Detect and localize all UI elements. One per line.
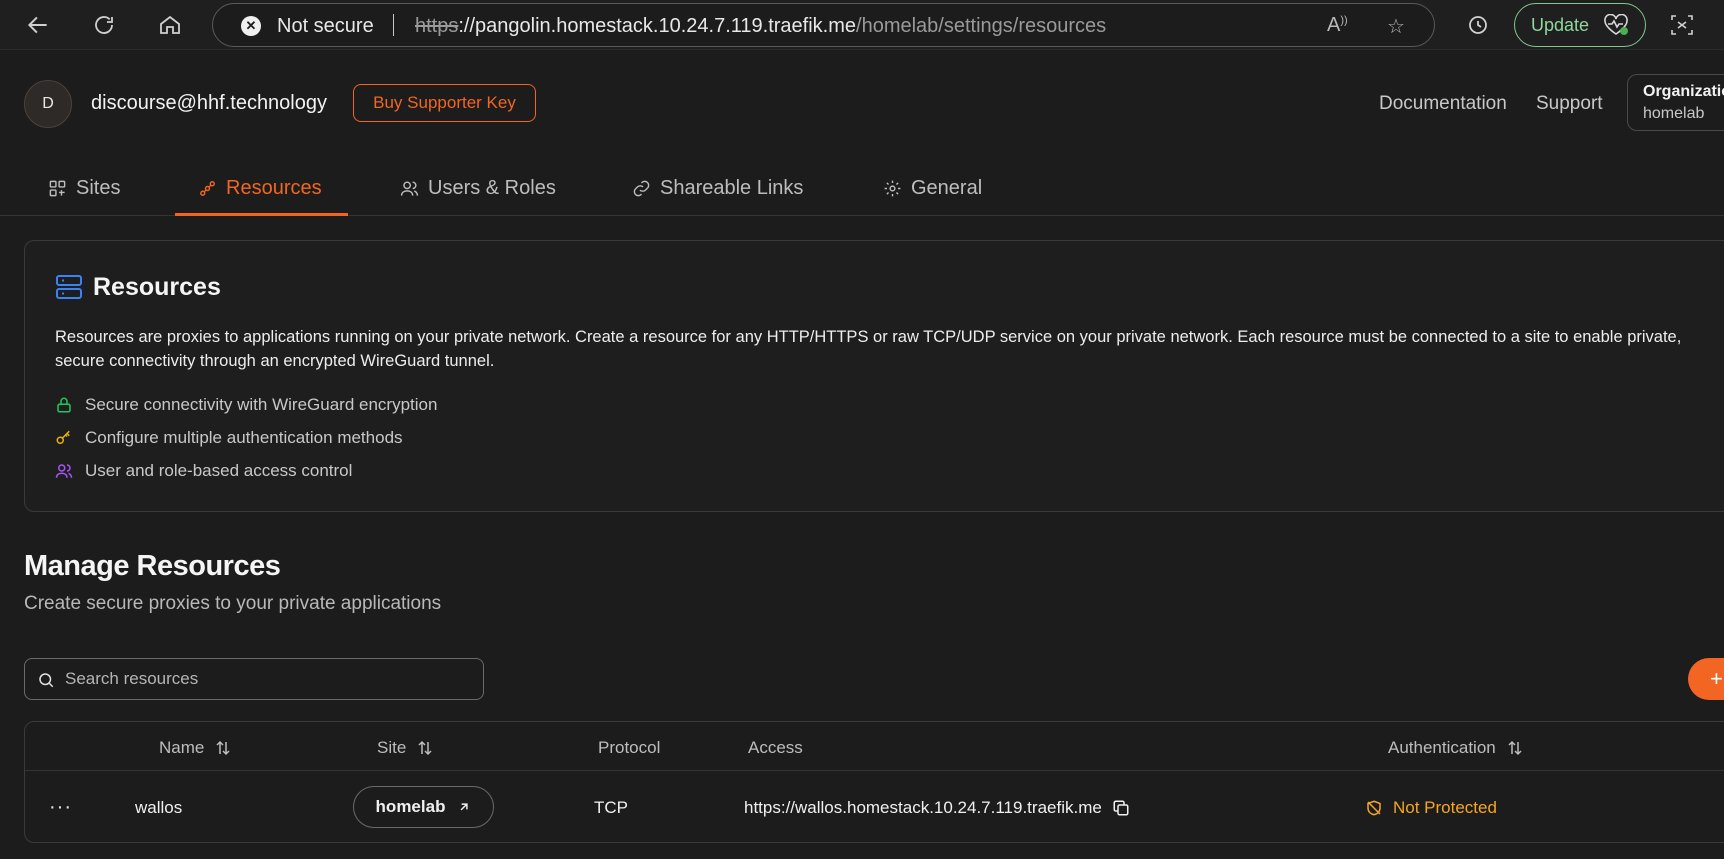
organization-value: homelab: [1643, 105, 1705, 122]
tab-resources-label: Resources: [226, 176, 322, 199]
update-label: Update: [1531, 14, 1590, 35]
feature-item: User and role-based access control: [55, 461, 352, 481]
documentation-link[interactable]: Documentation: [1379, 93, 1507, 115]
external-link-icon: [461, 803, 469, 811]
active-tab-indicator: [175, 213, 348, 216]
read-aloud-icon[interactable]: A)): [1327, 14, 1348, 37]
search-icon: [39, 673, 54, 688]
column-header-label: Authentication: [1388, 738, 1496, 757]
tab-users-roles[interactable]: Users & Roles: [400, 160, 556, 216]
user-email[interactable]: discourse@hhf.technology: [91, 92, 327, 115]
column-header-access: Access: [748, 738, 803, 758]
home-icon[interactable]: [152, 7, 188, 43]
sort-icon: [216, 740, 230, 756]
page-subtitle: Create secure proxies to your private ap…: [24, 593, 442, 614]
address-bar[interactable]: ✕ Not secure https://pangolin.homestack.…: [212, 3, 1435, 47]
tab-sites-label: Sites: [76, 176, 121, 199]
url-host: ://pangolin.homestack.10.24.7.119.traefi…: [458, 15, 857, 37]
info-card-title: Resources: [93, 273, 221, 301]
column-header-name[interactable]: Name: [159, 738, 232, 758]
buy-supporter-key-button[interactable]: Buy Supporter Key: [353, 84, 536, 122]
info-card-description: Resources are proxies to applications ru…: [55, 328, 1682, 370]
column-header-protocol: Protocol: [598, 738, 660, 758]
tab-users-roles-label: Users & Roles: [428, 176, 556, 199]
auth-status: Not Protected: [1393, 798, 1497, 817]
screenshot-icon[interactable]: [1664, 7, 1700, 43]
column-header-label: Site: [377, 738, 407, 757]
site-name: homelab: [375, 797, 446, 816]
users-icon: [400, 180, 419, 196]
users-icon: [55, 464, 73, 478]
add-resource-button[interactable]: +: [1688, 658, 1724, 700]
sort-icon: [1508, 740, 1522, 756]
shield-off-icon: [1367, 800, 1381, 816]
refresh-icon[interactable]: [86, 7, 122, 43]
column-header-label: Name: [159, 738, 205, 757]
table-header-divider: [25, 770, 1724, 771]
sort-icon: [418, 740, 432, 756]
organization-selector[interactable]: Organization homelab: [1627, 74, 1724, 131]
row-actions-menu[interactable]: ···: [49, 796, 72, 819]
feature-label: Configure multiple authentication method…: [85, 428, 403, 447]
back-icon[interactable]: [20, 7, 56, 43]
lock-icon: [57, 397, 71, 413]
tab-shareable-links-label: Shareable Links: [660, 176, 804, 199]
column-header-authentication[interactable]: Authentication: [1388, 738, 1524, 758]
resources-table: Name Site Protocol Access Authentication…: [24, 721, 1724, 843]
feature-label: Secure connectivity with WireGuard encry…: [85, 395, 438, 414]
tab-general[interactable]: General: [883, 160, 982, 216]
row-name: wallos: [135, 798, 183, 817]
tab-general-label: General: [911, 176, 983, 199]
column-header-label: Protocol: [598, 738, 661, 757]
settings-tabs: Sites Resources Users & Roles Shareable …: [0, 160, 1724, 216]
page-title: Manage Resources: [24, 550, 281, 582]
history-icon[interactable]: [1460, 7, 1496, 43]
column-header-label: Access: [748, 738, 803, 757]
feature-label: User and role-based access control: [85, 461, 353, 480]
server-icon: [56, 275, 82, 299]
browser-toolbar: ✕ Not secure https://pangolin.homestack.…: [0, 0, 1724, 50]
sites-icon: [49, 180, 66, 196]
feature-item: Secure connectivity with WireGuard encry…: [55, 395, 437, 415]
url-text[interactable]: https://pangolin.homestack.10.24.7.119.t…: [415, 15, 1106, 38]
search-input[interactable]: [65, 659, 475, 698]
row-protocol: TCP: [594, 798, 628, 817]
url-path: /homelab/settings/resources: [856, 15, 1107, 37]
resources-info-card: Resources Resources are proxies to appli…: [24, 240, 1724, 512]
resources-icon: [200, 180, 215, 196]
organization-label: Organization: [1643, 83, 1724, 100]
gear-icon: [884, 180, 901, 196]
tab-sites[interactable]: Sites: [48, 160, 120, 216]
favorite-star-icon[interactable]: ☆: [1387, 14, 1405, 39]
site-link-button[interactable]: homelab: [353, 786, 494, 828]
feature-item: Configure multiple authentication method…: [55, 428, 403, 448]
health-icon: [1604, 14, 1629, 35]
avatar[interactable]: D: [24, 80, 72, 128]
column-header-site[interactable]: Site: [377, 738, 434, 758]
row-authentication: Not Protected: [1365, 798, 1497, 818]
support-link[interactable]: Support: [1536, 93, 1603, 115]
security-label: Not secure: [277, 15, 374, 37]
url-scheme: https: [415, 15, 459, 37]
access-url[interactable]: https://wallos.homestack.10.24.7.119.tra…: [744, 798, 1102, 818]
tab-resources[interactable]: Resources: [198, 160, 322, 216]
not-secure-icon: ✕: [241, 16, 261, 36]
tab-shareable-links[interactable]: Shareable Links: [632, 160, 803, 216]
search-field[interactable]: [24, 658, 484, 700]
copy-icon[interactable]: [1112, 799, 1130, 817]
update-button[interactable]: Update: [1514, 3, 1646, 47]
link-icon: [633, 180, 650, 196]
key-icon: [56, 430, 70, 444]
row-access: https://wallos.homestack.10.24.7.119.tra…: [744, 798, 1130, 818]
address-divider: [393, 14, 394, 36]
